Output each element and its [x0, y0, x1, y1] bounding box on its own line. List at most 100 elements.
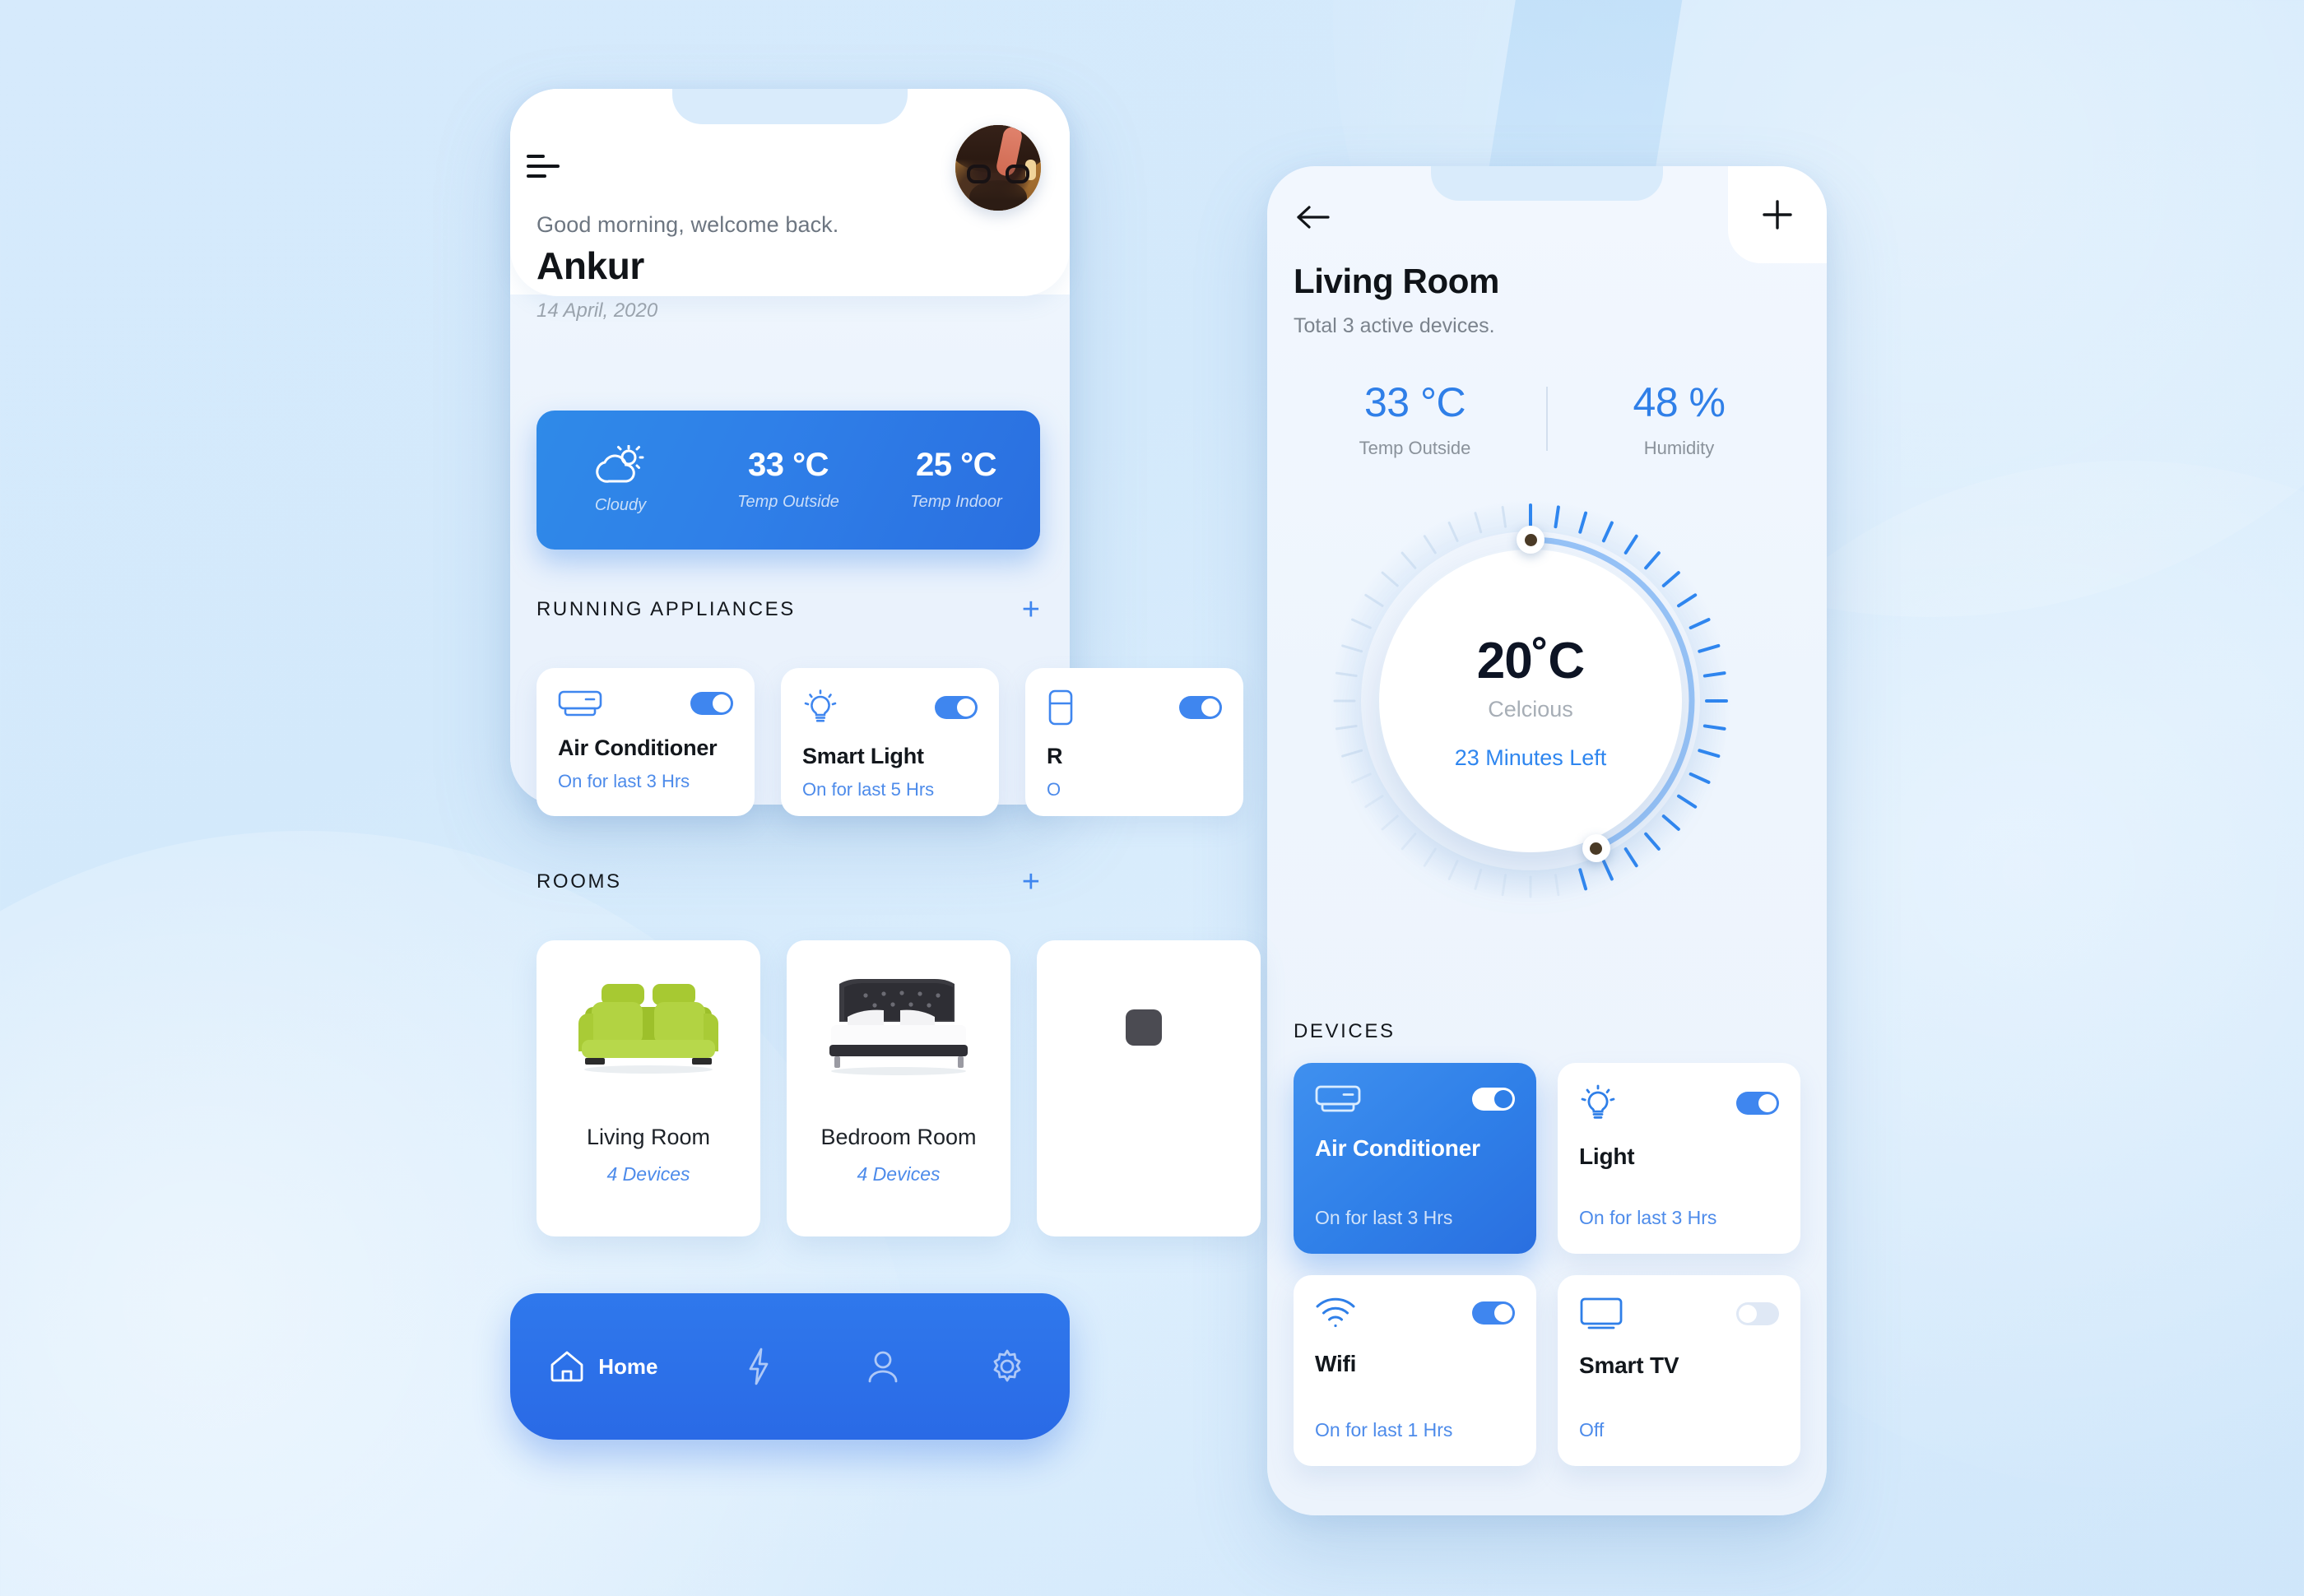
room-card-bedroom[interactable]: Bedroom Room 4 Devices [787, 940, 1010, 1236]
device-card-air-conditioner[interactable]: Air Conditioner On for last 3 Hrs [1294, 1063, 1536, 1254]
nav-item-settings[interactable] [945, 1348, 1070, 1385]
air-conditioner-icon [1315, 1084, 1361, 1114]
device-name: Smart TV [1579, 1352, 1679, 1378]
weather-condition: Cloudy [537, 445, 704, 515]
air-conditioner-icon [558, 689, 602, 717]
nav-item-home[interactable]: Home [510, 1349, 697, 1384]
device-status: Off [1579, 1419, 1605, 1441]
add-appliance-button[interactable]: + [1022, 594, 1040, 625]
add-room-button[interactable]: + [1022, 866, 1040, 898]
rooms-list[interactable]: Living Room 4 Devices Bedroom Room 4 Dev… [537, 940, 1261, 1236]
home-icon [549, 1349, 585, 1384]
bulb-icon [802, 689, 838, 726]
device-toggle-light[interactable] [1736, 1092, 1779, 1115]
room-name: Bedroom Room [820, 1125, 977, 1149]
sofa-image [537, 940, 760, 1113]
device-card-wifi[interactable]: Wifi On for last 1 Hrs [1294, 1275, 1536, 1466]
room-device-count: 4 Devices [857, 1163, 941, 1185]
nav-item-energy[interactable] [697, 1348, 821, 1385]
running-appliances-list[interactable]: Air Conditioner On for last 3 Hrs Smart … [537, 668, 1243, 816]
menu-button[interactable] [527, 155, 560, 181]
appliance-card-air-conditioner[interactable]: Air Conditioner On for last 3 Hrs [537, 668, 755, 816]
dial-handle-start[interactable] [1517, 526, 1545, 554]
weather-indoor: 25 °C Temp Indoor [872, 448, 1040, 512]
rooms-title: ROOMS [537, 870, 622, 893]
device-name: Light [1579, 1144, 1635, 1169]
appliance-toggle-partial[interactable] [1179, 696, 1222, 719]
bed-image [787, 940, 1010, 1113]
device-toggle-wifi[interactable] [1472, 1301, 1515, 1325]
appliance-status: O [1047, 779, 1061, 800]
devices-grid[interactable]: Air Conditioner On for last 3 Hrs Light … [1294, 1063, 1800, 1466]
device-toggle-smart-tv[interactable] [1736, 1302, 1779, 1325]
room-page-title: Living Room [1294, 262, 1499, 300]
stat-humidity: 48 % Humidity [1548, 378, 1810, 459]
nav-item-profile[interactable] [821, 1348, 945, 1385]
device-toggle-air-conditioner[interactable] [1472, 1088, 1515, 1111]
device-name: Air Conditioner [1315, 1135, 1480, 1161]
room-name: Living Room [586, 1125, 711, 1149]
wifi-icon [1315, 1297, 1356, 1329]
cloudy-icon [537, 445, 704, 485]
add-device-button[interactable] [1728, 166, 1827, 263]
temperature-dial[interactable]: 20˚C Celcious 23 Minutes Left [1274, 484, 1784, 928]
appliance-card-partial[interactable]: R O [1025, 668, 1243, 816]
avatar[interactable] [955, 125, 1041, 211]
hamburger-line [527, 165, 560, 168]
stat-value: 48 % [1633, 379, 1726, 425]
appliance-status: On for last 5 Hrs [802, 779, 935, 800]
appliance-toggle-smart-light[interactable] [935, 696, 978, 719]
stat-label: Humidity [1643, 438, 1715, 458]
arrow-left-icon [1294, 201, 1333, 234]
user-icon [866, 1348, 900, 1385]
weather-condition-label: Cloudy [594, 496, 647, 514]
weather-outside-value: 33 °C [748, 447, 829, 483]
device-status: On for last 3 Hrs [1579, 1207, 1717, 1228]
stat-value: 33 °C [1363, 379, 1466, 425]
room-image-partial [1037, 940, 1261, 1113]
device-name: Wifi [1315, 1351, 1357, 1376]
appliance-name: R [1047, 744, 1063, 768]
bolt-icon [744, 1348, 773, 1385]
appliance-status: On for last 3 Hrs [558, 771, 690, 791]
user-name: Ankur [537, 244, 644, 287]
plus-icon [1760, 197, 1795, 232]
bulb-icon [1579, 1084, 1617, 1122]
room-device-count: 4 Devices [606, 1163, 690, 1185]
hamburger-line [527, 174, 546, 178]
refrigerator-icon [1047, 689, 1075, 726]
dial-time-left: 23 Minutes Left [1454, 745, 1607, 770]
hamburger-line [527, 155, 545, 158]
tv-icon [1579, 1297, 1623, 1331]
dial-unit: Celcious [1488, 696, 1573, 721]
device-card-smart-tv[interactable]: Smart TV Off [1558, 1275, 1800, 1466]
dial-center: 20˚C Celcious 23 Minutes Left [1379, 550, 1682, 852]
room-card-living-room[interactable]: Living Room 4 Devices [537, 940, 760, 1236]
device-status: On for last 3 Hrs [1315, 1207, 1453, 1228]
room-card-partial[interactable] [1037, 940, 1261, 1236]
weather-indoor-value: 25 °C [916, 447, 997, 483]
devices-title: DEVICES [1294, 1020, 1396, 1042]
rooms-header: ROOMS + [537, 866, 1040, 898]
stat-label: Temp Outside [1359, 438, 1471, 458]
appliance-name: Smart Light [802, 744, 924, 768]
bottom-navigation[interactable]: Home [510, 1293, 1070, 1440]
dial-handle-end[interactable] [1582, 834, 1610, 863]
running-appliances-title: RUNNING APPLIANCES [537, 598, 796, 620]
weather-card[interactable]: Cloudy 33 °C Temp Outside 25 °C Temp Ind… [537, 411, 1040, 550]
weather-outside: 33 °C Temp Outside [704, 448, 872, 512]
appliance-card-smart-light[interactable]: Smart Light On for last 5 Hrs [781, 668, 999, 816]
appliance-toggle-air-conditioner[interactable] [690, 692, 733, 715]
weather-outside-label: Temp Outside [737, 493, 839, 511]
back-button[interactable] [1294, 201, 1333, 237]
gear-icon [989, 1348, 1025, 1385]
phone-notch [1431, 166, 1663, 201]
stat-temp-outside: 33 °C Temp Outside [1284, 378, 1546, 459]
device-status: On for last 1 Hrs [1315, 1419, 1453, 1441]
device-card-light[interactable]: Light On for last 3 Hrs [1558, 1063, 1800, 1254]
current-date: 14 April, 2020 [537, 299, 658, 322]
greeting-text: Good morning, welcome back. [537, 212, 839, 237]
nav-label-home: Home [598, 1353, 658, 1379]
dial-temperature: 20˚C [1476, 632, 1585, 689]
devices-header: DEVICES [1294, 1020, 1800, 1043]
